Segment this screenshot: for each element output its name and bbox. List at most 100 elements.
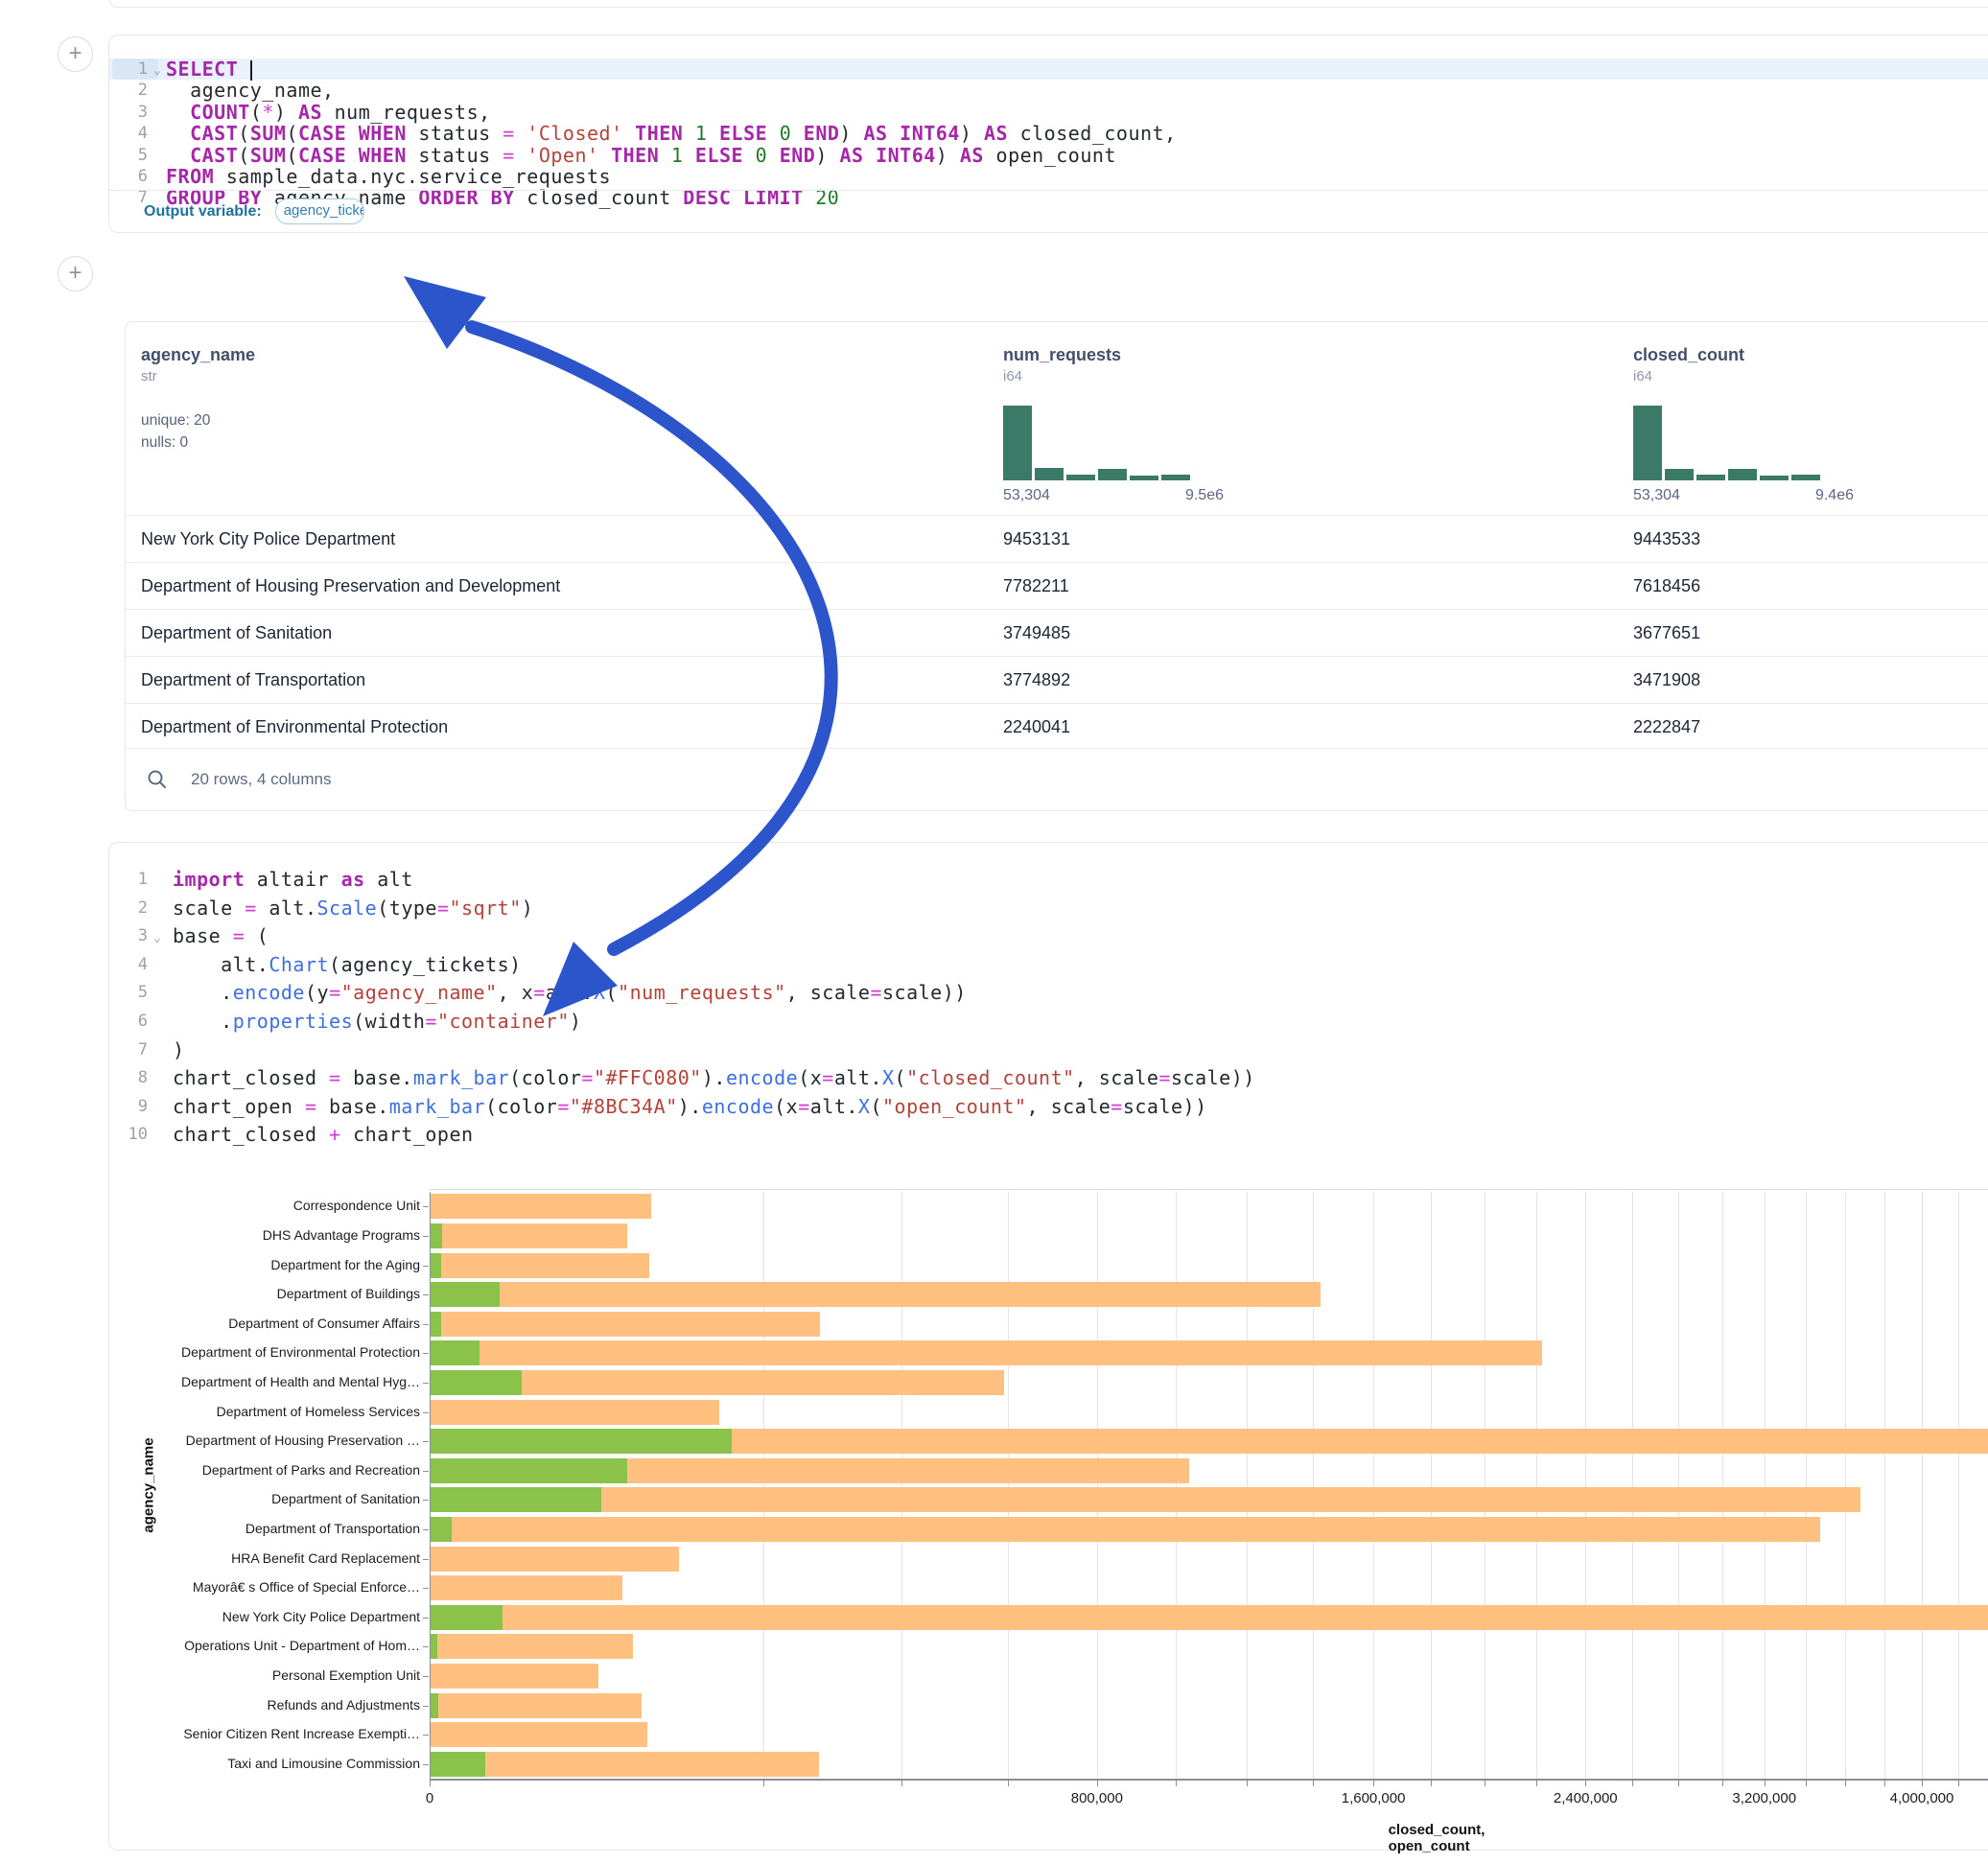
bar-open-count (430, 1223, 442, 1248)
y-axis-tick (423, 1559, 429, 1560)
text-cursor (250, 60, 252, 81)
x-axis-tick (1313, 1781, 1314, 1786)
bar-closed-count (430, 1194, 651, 1219)
chart-gridline (1884, 1192, 1885, 1779)
code-line[interactable]: 6 .properties(width="container") (109, 1008, 1988, 1037)
x-axis-tick-label: 1,600,000 (1342, 1790, 1406, 1806)
add-cell-button-top[interactable]: + (58, 36, 93, 72)
column-header[interactable]: agency_namestrunique: 20nulls: 0 (141, 345, 390, 454)
code-token: "sqrt" (450, 897, 522, 920)
code-token: status (407, 144, 503, 167)
chart-gridline (1431, 1192, 1432, 1779)
code-token: "agency_name" (341, 981, 498, 1004)
code-token: = (503, 122, 515, 145)
code-token: (agency_tickets) (329, 953, 522, 976)
y-axis-tick (423, 1529, 429, 1530)
chart-plot-area (430, 1192, 1988, 1779)
code-token: , x (498, 981, 534, 1004)
histogram-bar (1696, 475, 1725, 480)
cell-count: 2240041 (1003, 717, 1070, 737)
line-number: 5 (109, 145, 148, 166)
code-line[interactable]: 3 COUNT(*) AS num_requests, (109, 102, 1988, 123)
code-token: SUM (250, 122, 287, 145)
code-line[interactable]: 2scale = alt.Scale(type="sqrt") (109, 895, 1988, 923)
code-token: , scale (786, 981, 871, 1004)
code-line[interactable]: 8chart_closed = base.mark_bar(color="#FF… (109, 1064, 1988, 1093)
output-variable-pill[interactable]: agency_tickets (275, 198, 364, 224)
code-token: "#FFC080" (594, 1066, 702, 1089)
code-line[interactable]: 10chart_closed + chart_open (109, 1121, 1988, 1150)
code-token: ( (286, 122, 298, 145)
code-line[interactable]: 5 .encode(y="agency_name", x=alt.X("num_… (109, 979, 1988, 1008)
x-axis-tick (1536, 1781, 1537, 1786)
code-line[interactable]: 7) (109, 1037, 1988, 1065)
histogram-bar (1665, 469, 1694, 480)
code-token: 1 (671, 144, 684, 167)
code-token: Scale (317, 897, 378, 920)
add-cell-button-middle[interactable]: + (58, 256, 93, 291)
code-token: ELSE (719, 122, 767, 145)
fold-chevron-icon[interactable]: ⌄ (153, 924, 161, 953)
code-line[interactable]: 3⌄base = ( (109, 922, 1988, 951)
histogram-bar (1035, 468, 1064, 480)
code-token: (width (353, 1010, 425, 1033)
code-token: ELSE (695, 144, 743, 167)
code-line[interactable]: 6FROM sample_data.nyc.service_requests (109, 166, 1988, 187)
x-axis-tick (1765, 1781, 1766, 1786)
code-token (515, 144, 527, 167)
bar-closed-count (430, 1253, 649, 1278)
code-line[interactable]: 4 CAST(SUM(CASE WHEN status = 'Closed' T… (109, 123, 1988, 144)
code-token: ( (895, 1066, 907, 1089)
column-header[interactable]: closed_counti64 (1633, 345, 1883, 384)
table-row[interactable]: New York City Police Department945313194… (126, 515, 1988, 562)
row-column-count: 20 rows, 4 columns (191, 770, 331, 789)
x-axis-tick (1806, 1781, 1807, 1786)
dataframe-rows: New York City Police Department945313194… (126, 515, 1988, 750)
code-line[interactable]: 4 alt.Chart(agency_tickets) (109, 951, 1988, 980)
code-line[interactable]: 2 agency_name, (109, 80, 1988, 101)
code-token: ) (839, 122, 863, 145)
code-token: SUM (250, 144, 287, 167)
code-token: altair (245, 868, 340, 891)
code-token: ) (274, 101, 298, 124)
y-axis-label: Mayorâ€ s Office of Special Enforce… (115, 1579, 420, 1595)
line-number: 1 (109, 866, 148, 895)
line-number: 6 (109, 1008, 148, 1037)
table-row[interactable]: Department of Environmental Protection22… (126, 703, 1988, 750)
code-line[interactable]: 5 CAST(SUM(CASE WHEN status = 'Open' THE… (109, 145, 1988, 166)
code-token: num_requests, (322, 101, 491, 124)
code-line[interactable]: 1⌄SELECT (109, 58, 1988, 80)
search-icon[interactable] (147, 769, 168, 790)
code-token (166, 101, 190, 124)
python-code-editor[interactable]: 1import altair as alt2scale = alt.Scale(… (109, 866, 1988, 1150)
code-token: = (822, 1066, 834, 1089)
code-token: alt (365, 868, 413, 891)
output-variable-label: Output variable: (144, 203, 262, 221)
code-token: encode (726, 1066, 798, 1089)
bar-open-count (430, 1312, 441, 1337)
code-token: mark_bar (413, 1066, 509, 1089)
code-token: scale (173, 897, 245, 920)
column-header[interactable]: num_requestsi64 (1003, 345, 1252, 384)
code-line[interactable]: 1import altair as alt (109, 866, 1988, 895)
code-token: chart_open (341, 1123, 474, 1146)
table-row[interactable]: Department of Housing Preservation and D… (126, 562, 1988, 609)
x-axis-tick (1247, 1781, 1248, 1786)
column-dtype: str (141, 368, 390, 384)
dataframe-footer: 20 rows, 4 columns (126, 748, 1988, 810)
code-token: END (780, 144, 816, 167)
code-token (767, 144, 780, 167)
sql-code-editor[interactable]: 1⌄SELECT 2 agency_name,3 COUNT(*) AS num… (109, 58, 1988, 209)
code-token: INT64 (876, 144, 936, 167)
code-token: THEN (611, 144, 659, 167)
y-axis-tick (423, 1646, 429, 1647)
code-token: (x (774, 1095, 798, 1118)
code-line[interactable]: 9chart_open = base.mark_bar(color="#8BC3… (109, 1093, 1988, 1122)
code-token: . (173, 1010, 233, 1033)
code-token (346, 122, 359, 145)
table-row[interactable]: Department of Transportation377489234719… (126, 656, 1988, 703)
code-token (683, 144, 695, 167)
cell-count: 7782211 (1003, 576, 1069, 596)
fold-chevron-icon[interactable]: ⌄ (153, 60, 161, 82)
table-row[interactable]: Department of Sanitation37494853677651 (126, 609, 1988, 656)
